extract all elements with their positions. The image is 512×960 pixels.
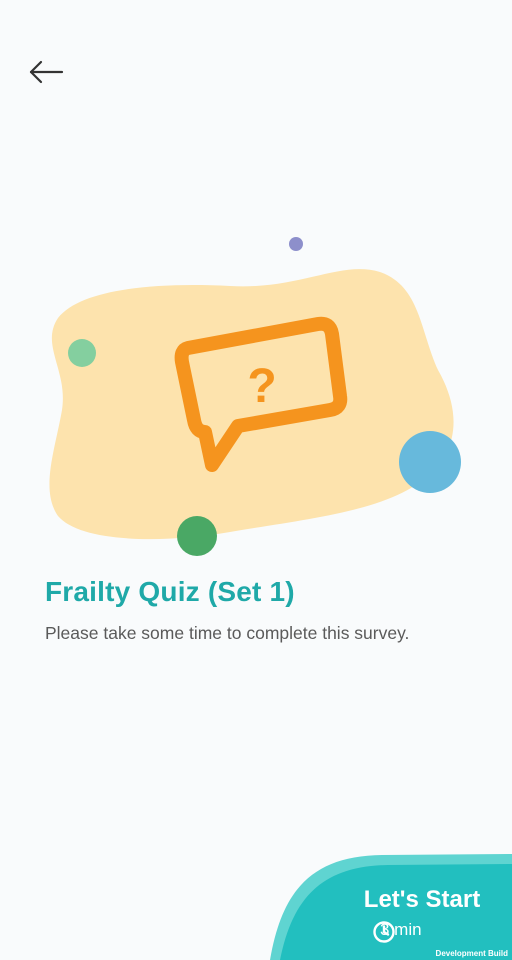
dot-purple xyxy=(289,237,303,251)
quiz-description: Please take some time to complete this s… xyxy=(45,623,410,643)
back-button[interactable] xyxy=(24,56,68,92)
dot-light-green xyxy=(68,339,96,367)
lets-start-button[interactable]: Let's Start 3 min xyxy=(262,850,512,960)
development-build-label: Development Build xyxy=(435,949,508,958)
quiz-title: Frailty Quiz (Set 1) xyxy=(45,576,295,607)
quiz-illustration: ? xyxy=(0,220,512,560)
lets-start-label: Let's Start xyxy=(363,886,481,913)
dot-green xyxy=(177,516,217,556)
quiz-intro-screen: ? Frailty Quiz (Set 1) Please take some … xyxy=(0,0,512,960)
duration-info: 3 min xyxy=(372,920,422,943)
arrow-left-icon xyxy=(28,60,64,89)
dot-blue xyxy=(399,431,461,493)
question-mark: ? xyxy=(247,360,276,413)
